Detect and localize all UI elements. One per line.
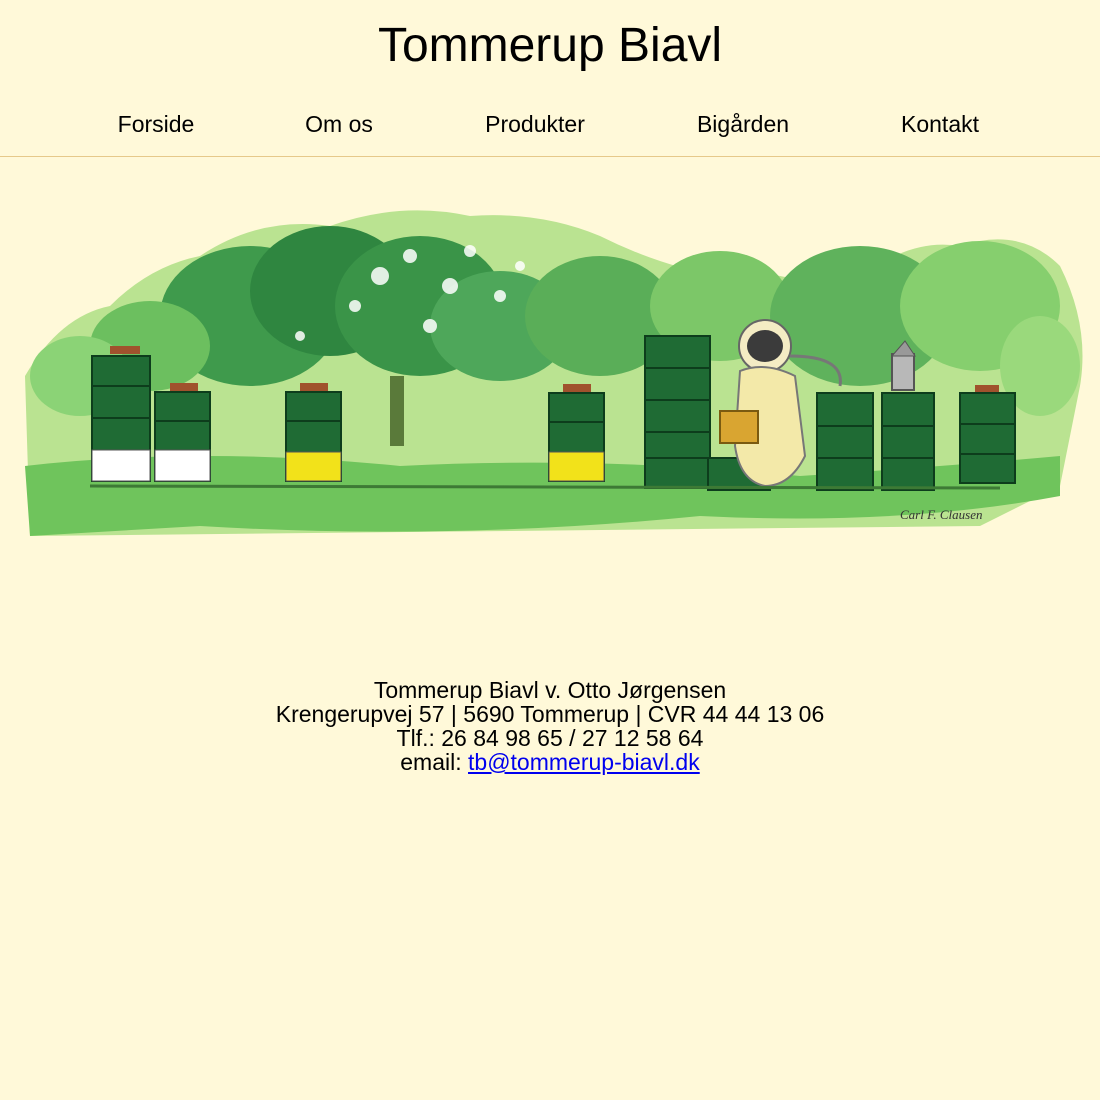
main-nav: Forside Om os Produkter Bigården Kontakt	[0, 100, 1100, 157]
nav-item-forside[interactable]: Forside	[118, 110, 195, 138]
footer-phone: Tlf.: 26 84 98 65 / 27 12 58 64	[396, 725, 704, 751]
nav-item-kontakt[interactable]: Kontakt	[901, 110, 979, 138]
hero-illustration: Carl F. Clausen	[0, 196, 1100, 546]
email-link[interactable]: tb@tommerup-biavl.dk	[468, 749, 700, 775]
beehive	[154, 383, 211, 482]
beehive	[959, 385, 1016, 484]
artist-signature: Carl F. Clausen	[900, 507, 982, 522]
footer-company: Tommerup Biavl v. Otto Jørgensen	[373, 677, 727, 703]
footer-email-label: email:	[400, 749, 469, 775]
footer-info: Tommerup Biavl v. Otto Jørgensen Krenger…	[0, 678, 1100, 774]
footer-email-line: email: tb@tommerup-biavl.dk	[0, 750, 1100, 774]
nav-item-produkter[interactable]: Produkter	[485, 110, 585, 138]
beehive	[881, 392, 935, 491]
beehive	[91, 346, 151, 482]
beehive	[548, 384, 605, 482]
site-title: Tommerup Biavl	[377, 19, 723, 72]
apiary-illustration: Carl F. Clausen	[25, 210, 1083, 536]
nav-item-bigaarden[interactable]: Bigården	[697, 110, 789, 138]
beehive	[285, 383, 342, 482]
nav-item-om-os[interactable]: Om os	[305, 110, 373, 138]
beehive	[816, 392, 874, 491]
footer-address: Krengerupvej 57 | 5690 Tommerup | CVR 44…	[275, 701, 825, 727]
site-header: Tommerup Biavl Forside Om os Produkter B…	[0, 0, 1100, 157]
